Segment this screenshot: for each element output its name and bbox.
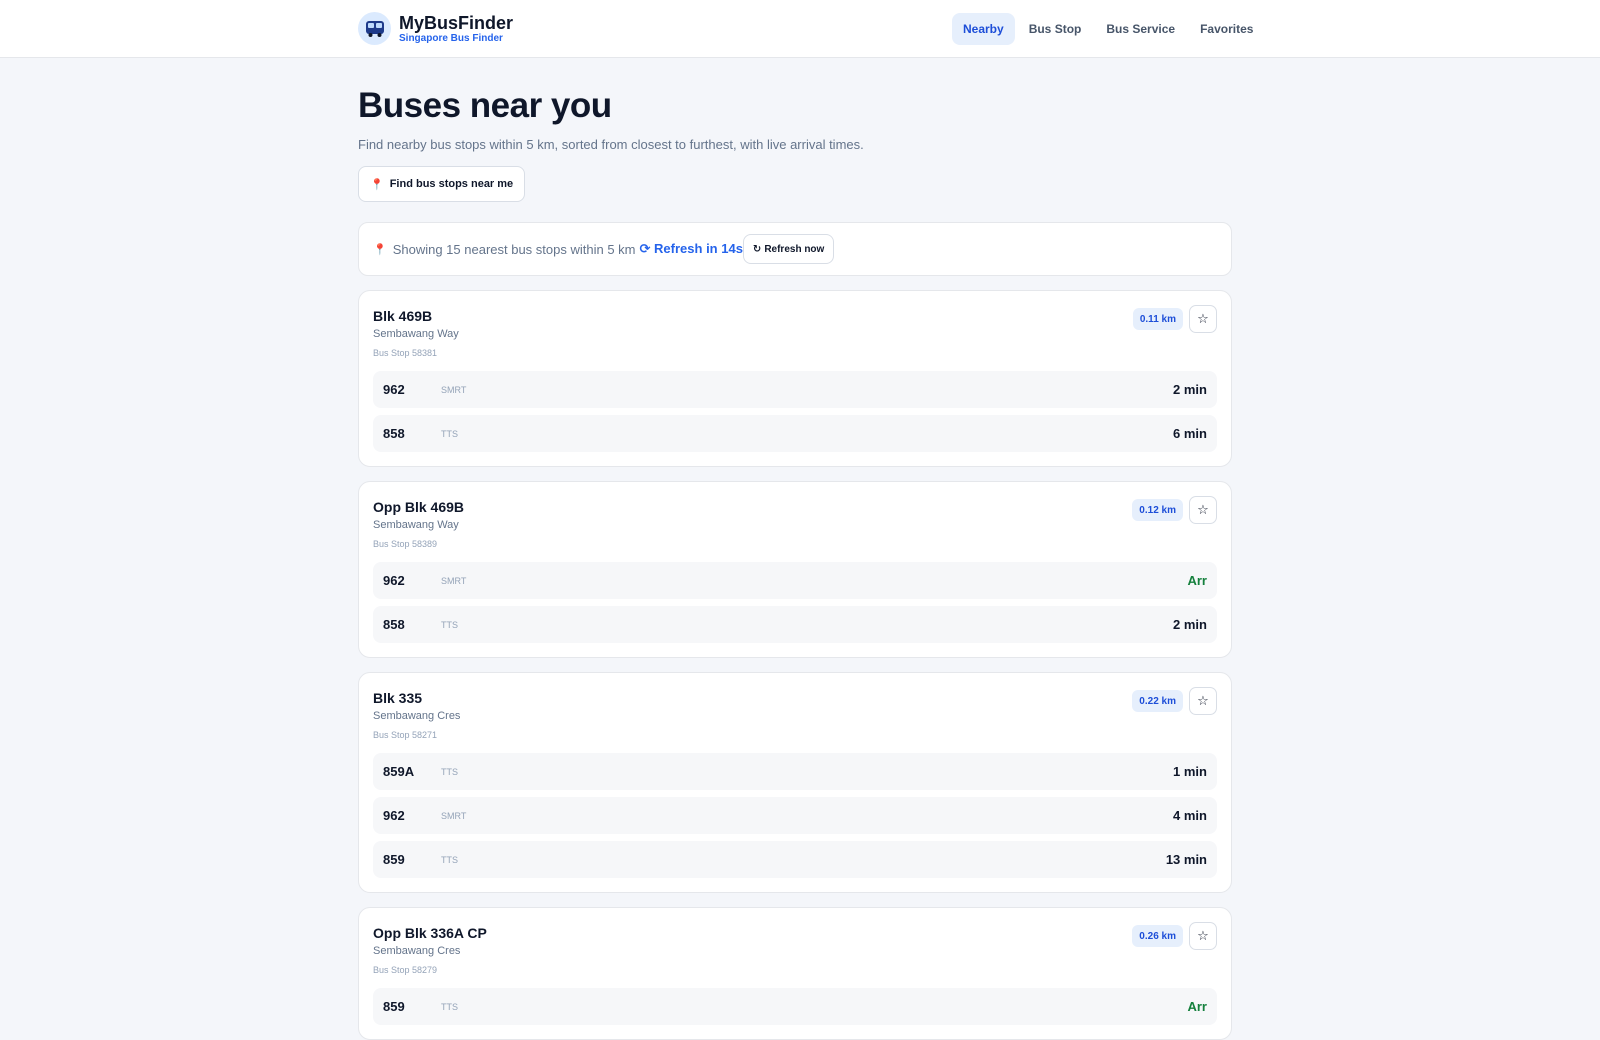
- service-number: 962: [383, 573, 405, 588]
- refresh-icon: ⟳: [639, 241, 651, 256]
- distance-badge: 0.22 km: [1132, 690, 1183, 712]
- nav-bus-stop[interactable]: Bus Stop: [1018, 13, 1093, 45]
- stop-name: Blk 469B: [373, 308, 433, 324]
- service-number: 859A: [383, 764, 415, 779]
- find-stops-button[interactable]: 📍 Find bus stops near me: [358, 166, 526, 202]
- refresh-now-button[interactable]: ↻ Refresh now: [742, 234, 835, 264]
- bus-stop-card[interactable]: Blk 335 Sembawang Cres Bus Stop 58271 0.…: [358, 672, 1232, 893]
- stop-road: Sembawang Cres: [373, 710, 461, 722]
- nav-bus-service[interactable]: Bus Service: [1095, 13, 1186, 45]
- service-number: 962: [383, 808, 405, 823]
- page-title: Buses near you: [358, 86, 612, 125]
- service-list: 962 SMRT Arr 858 TTS 2 min: [373, 562, 1217, 643]
- favorite-star-button[interactable]: ☆: [1189, 305, 1217, 333]
- service-list: 859A TTS 1 min 962 SMRT 4 min 859 TTS 13…: [373, 753, 1217, 878]
- distance-badge: 0.26 km: [1132, 925, 1183, 947]
- service-operator: TTS: [441, 1001, 458, 1012]
- service-number: 859: [383, 999, 405, 1014]
- bus-stop-card[interactable]: Blk 469B Sembawang Way Bus Stop 58381 0.…: [358, 290, 1232, 467]
- service-operator: TTS: [441, 854, 458, 865]
- service-eta: 13 min: [1165, 852, 1207, 867]
- service-eta: Arr: [1187, 573, 1207, 588]
- service-eta: 1 min: [1173, 764, 1207, 779]
- service-list: 962 SMRT 2 min 858 TTS 6 min: [373, 371, 1217, 452]
- service-eta: 2 min: [1173, 382, 1207, 397]
- service-operator: SMRT: [441, 810, 467, 821]
- service-row[interactable]: 858 TTS 6 min: [373, 415, 1217, 452]
- status-bar: 📍 Showing 15 nearest bus stops within 5 …: [358, 222, 1232, 276]
- star-icon: ☆: [1197, 693, 1209, 708]
- service-number: 858: [383, 426, 405, 441]
- top-navbar: MyBusFinder Singapore Bus Finder Nearby …: [0, 0, 1600, 58]
- favorite-star-button[interactable]: ☆: [1189, 496, 1217, 524]
- star-icon: ☆: [1197, 311, 1209, 326]
- bus-icon: [358, 12, 391, 45]
- service-number: 858: [383, 617, 405, 632]
- service-row[interactable]: 859 TTS 13 min: [373, 841, 1217, 878]
- bus-stop-card[interactable]: Opp Blk 336A CP Sembawang Cres Bus Stop …: [358, 907, 1232, 1040]
- refresh-countdown-label: Refresh in 14s: [654, 241, 743, 256]
- service-row[interactable]: 962 SMRT 4 min: [373, 797, 1217, 834]
- stop-code: Bus Stop 58389: [373, 539, 438, 549]
- main-content: Buses near you Find nearby bus stops wit…: [358, 58, 1232, 1040]
- find-stops-label: Find bus stops near me: [389, 178, 514, 190]
- distance-badge: 0.11 km: [1132, 308, 1183, 330]
- main-nav: Nearby Bus Stop Bus Service Favorites: [952, 13, 1267, 45]
- service-row[interactable]: 962 SMRT Arr: [373, 562, 1217, 599]
- stop-name: Opp Blk 336A CP: [373, 925, 487, 941]
- brand-tagline: Singapore Bus Finder: [399, 32, 503, 44]
- nav-favorites[interactable]: Favorites: [1189, 13, 1264, 45]
- service-number: 962: [383, 382, 405, 397]
- brand-name: MyBusFinder: [399, 12, 514, 33]
- stop-road: Sembawang Way: [373, 328, 459, 340]
- service-number: 859: [383, 852, 405, 867]
- service-row[interactable]: 858 TTS 2 min: [373, 606, 1217, 643]
- star-icon: ☆: [1197, 928, 1209, 943]
- stop-code: Bus Stop 58271: [373, 730, 438, 740]
- service-operator: TTS: [441, 619, 458, 630]
- service-eta: 6 min: [1173, 426, 1207, 441]
- stop-road: Sembawang Cres: [373, 945, 461, 957]
- refresh-now-label: Refresh now: [764, 243, 825, 255]
- service-row[interactable]: 859A TTS 1 min: [373, 753, 1217, 790]
- refresh-icon: ↻: [752, 243, 762, 255]
- favorite-star-button[interactable]: ☆: [1189, 922, 1217, 950]
- service-eta: 2 min: [1173, 617, 1207, 632]
- pin-icon: 📍: [370, 178, 384, 191]
- distance-badge: 0.12 km: [1132, 499, 1183, 521]
- stop-road: Sembawang Way: [373, 519, 459, 531]
- service-operator: TTS: [441, 428, 458, 439]
- stop-code: Bus Stop 58279: [373, 965, 438, 975]
- pin-icon: 📍: [373, 243, 387, 256]
- service-operator: SMRT: [441, 575, 467, 586]
- favorite-star-button[interactable]: ☆: [1189, 687, 1217, 715]
- service-eta: Arr: [1187, 999, 1207, 1014]
- star-icon: ☆: [1197, 502, 1209, 517]
- stop-name: Opp Blk 469B: [373, 499, 465, 515]
- stop-name: Blk 335: [373, 690, 423, 706]
- service-row[interactable]: 962 SMRT 2 min: [373, 371, 1217, 408]
- service-eta: 4 min: [1173, 808, 1207, 823]
- stop-code: Bus Stop 58381: [373, 348, 438, 358]
- service-row[interactable]: 859 TTS Arr: [373, 988, 1217, 1025]
- page-subtitle: Find nearby bus stops within 5 km, sorte…: [358, 137, 864, 152]
- nav-nearby[interactable]: Nearby: [952, 13, 1015, 45]
- bus-stop-card[interactable]: Opp Blk 469B Sembawang Way Bus Stop 5838…: [358, 481, 1232, 658]
- refresh-countdown: ⟳ Refresh in 14s: [640, 241, 743, 257]
- service-list: 859 TTS Arr: [373, 988, 1217, 1025]
- status-text: Showing 15 nearest bus stops within 5 km: [392, 241, 636, 257]
- service-operator: SMRT: [441, 384, 467, 395]
- brand[interactable]: MyBusFinder Singapore Bus Finder: [358, 12, 513, 45]
- service-operator: TTS: [441, 766, 458, 777]
